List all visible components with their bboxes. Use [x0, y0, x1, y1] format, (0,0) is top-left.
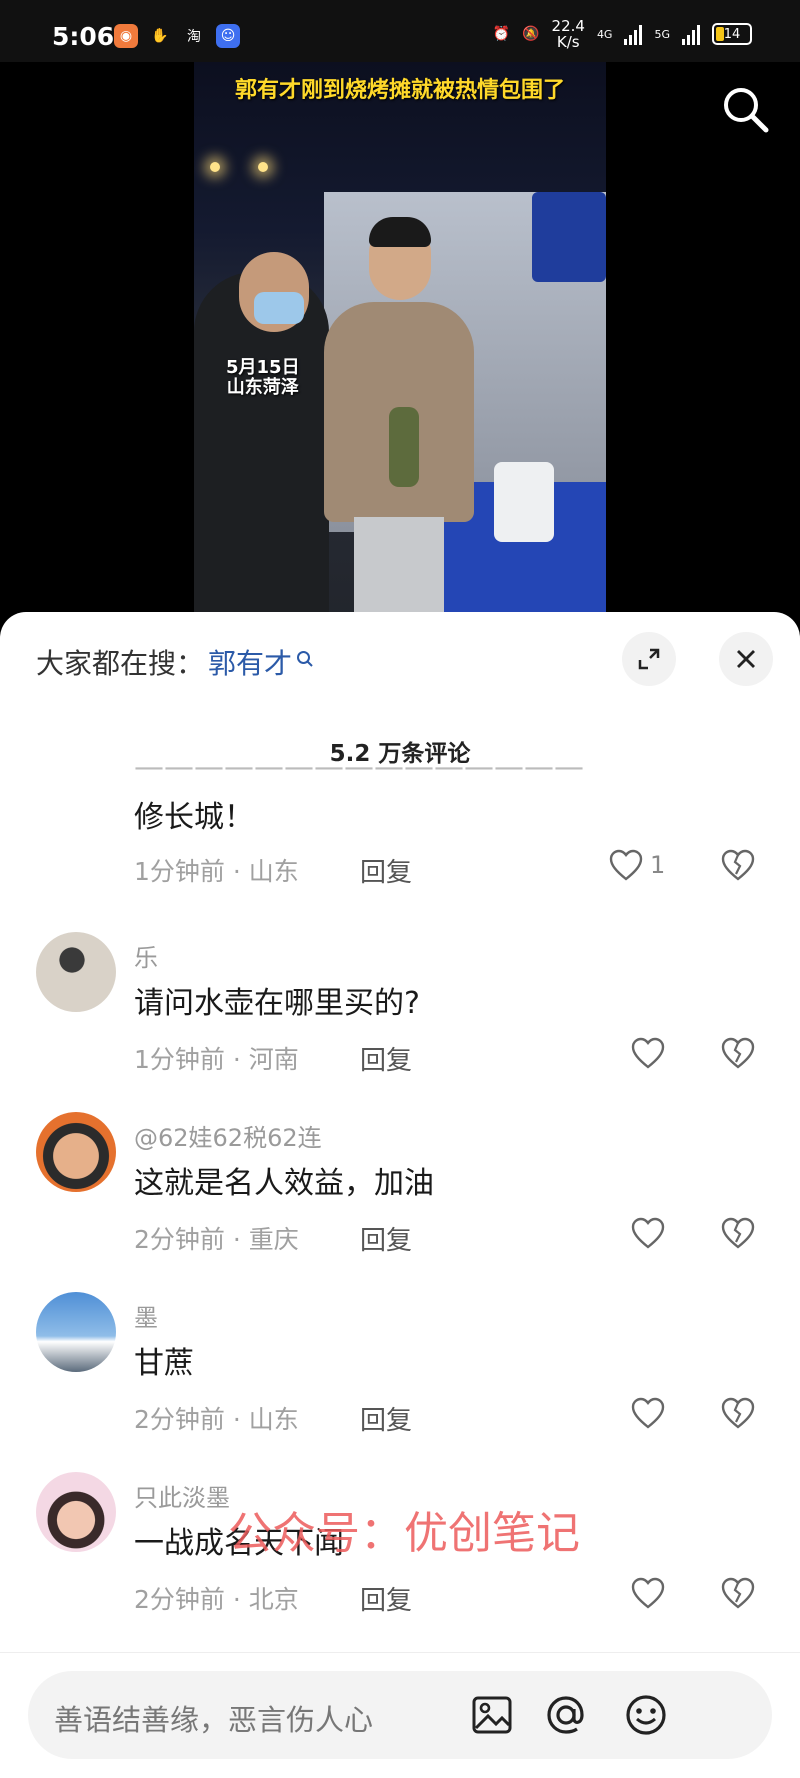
street-light	[258, 162, 268, 172]
broken-heart-icon	[721, 1397, 755, 1429]
signal-icon	[624, 23, 643, 45]
net-label-4g: 4G	[596, 27, 613, 41]
small-search-icon	[296, 642, 314, 675]
street-light	[210, 162, 220, 172]
comment-meta: 2分钟前 · 山东	[134, 1405, 299, 1434]
trending-label: 大家都在搜：	[36, 647, 205, 680]
dislike-button[interactable]	[720, 1036, 756, 1074]
comment-username[interactable]: 只此淡墨	[134, 1478, 230, 1513]
broken-heart-icon	[721, 1217, 755, 1249]
reply-button[interactable]: 回复	[360, 1040, 412, 1077]
broken-heart-icon	[721, 1577, 755, 1609]
close-button[interactable]	[719, 632, 773, 686]
hand-icon: ✋	[151, 28, 169, 44]
comment-input-bar: 善语结善缘，恶言伤人心	[0, 1652, 800, 1778]
reply-button[interactable]: 回复	[360, 1400, 412, 1437]
comment-text: 修长城！	[134, 800, 254, 835]
expand-button[interactable]	[622, 632, 676, 686]
video-date-label: 5月15日 山东菏泽	[226, 357, 300, 398]
broken-heart-icon	[721, 1037, 755, 1069]
reply-button[interactable]: 回复	[360, 1220, 412, 1257]
dislike-button[interactable]	[720, 848, 756, 886]
heart-icon	[631, 1397, 665, 1429]
battery-icon: 14	[712, 23, 752, 45]
comment-text: 请问水壶在哪里买的?	[134, 986, 420, 1021]
reply-button[interactable]: 回复	[360, 1580, 412, 1617]
mute-icon: 🔕	[522, 26, 540, 42]
like-count: 1	[650, 851, 666, 879]
video-caption: 郭有才刚到烧烤摊就被热情包围了	[234, 78, 565, 103]
avatar[interactable]	[36, 1112, 116, 1192]
like-button[interactable]: 1	[608, 848, 665, 882]
alarm-icon: ⏰	[492, 26, 511, 42]
comment-meta: 1分钟前 · 山东	[134, 857, 299, 886]
blue-app-icon: ☺	[216, 24, 240, 48]
plastic-bag	[494, 462, 554, 542]
avatar[interactable]	[36, 932, 116, 1012]
dislike-button[interactable]	[720, 1216, 756, 1254]
status-bar: 5:06 ◉ ✋ 淘 ☺ ⏰ 🔕 22.4 K/s 4G 5G 14	[0, 0, 800, 62]
like-button[interactable]	[630, 1036, 666, 1070]
emoji-icon[interactable]	[622, 1691, 670, 1739]
comment-username[interactable]: 墨	[134, 1298, 158, 1333]
comment-meta: 2分钟前 · 重庆	[134, 1225, 299, 1254]
comment-list[interactable]: ——————————————— 修长城！ 1分钟前 · 山东 回复 1 乐 请问…	[0, 762, 800, 1622]
comment-username[interactable]: @62娃62税62连	[134, 1118, 322, 1153]
trending-search[interactable]: 大家都在搜： 郭有才	[36, 642, 314, 682]
like-button[interactable]	[630, 1396, 666, 1430]
comment-text: 这就是名人效益，加油	[134, 1166, 434, 1201]
net-label-5g: 5G	[654, 27, 670, 41]
video-frame[interactable]: 郭有才刚到烧烤摊就被热情包围了 5月15日 山东菏泽	[194, 62, 606, 622]
comment-input[interactable]: 善语结善缘，恶言伤人心	[28, 1671, 772, 1759]
comment-text-clipped: ———————————————	[134, 762, 584, 785]
comment-meta: 1分钟前 · 河南	[134, 1045, 299, 1074]
like-button[interactable]	[630, 1576, 666, 1610]
heart-icon	[631, 1037, 665, 1069]
trending-keyword-link[interactable]: 郭有才	[208, 642, 292, 682]
taobao-icon: 淘	[187, 29, 201, 45]
search-icon[interactable]	[720, 84, 770, 134]
image-icon[interactable]	[468, 1691, 516, 1739]
avatar[interactable]	[36, 1472, 116, 1552]
person-center-legs	[354, 517, 444, 622]
comment-username[interactable]: 乐	[134, 938, 158, 973]
watermark: 公众号：优创笔记	[228, 1508, 580, 1559]
comment-input-placeholder[interactable]: 善语结善缘，恶言伤人心	[54, 1697, 373, 1739]
dislike-button[interactable]	[720, 1396, 756, 1434]
close-icon	[737, 650, 755, 668]
person-center-hair	[369, 217, 431, 247]
comment-sheet: 大家都在搜： 郭有才 5.2 万条评论 ——————————————— 修长城！…	[0, 612, 800, 1778]
heart-icon	[631, 1217, 665, 1249]
expand-icon	[638, 648, 660, 670]
status-time: 5:06	[52, 22, 115, 51]
dislike-button[interactable]	[720, 1576, 756, 1614]
signal-icon-2	[682, 23, 700, 45]
video-player[interactable]: 郭有才刚到烧烤摊就被热情包围了 5月15日 山东菏泽	[0, 62, 800, 622]
status-app-icons: ◉ ✋ 淘 ☺	[114, 24, 240, 48]
avatar[interactable]	[36, 1292, 116, 1372]
water-bottle	[389, 407, 419, 487]
comment-meta: 2分钟前 · 北京	[134, 1585, 299, 1614]
status-right: ⏰ 🔕 22.4 K/s 4G 5G 14	[493, 18, 752, 50]
like-button[interactable]	[630, 1216, 666, 1250]
app-icon-orange: ◉	[114, 24, 138, 48]
net-speed: 22.4 K/s	[551, 17, 585, 51]
comment-text: 甘蔗	[134, 1346, 194, 1381]
at-mention-icon[interactable]	[542, 1691, 590, 1739]
face-mask	[254, 292, 304, 324]
stall-sign	[532, 192, 606, 282]
broken-heart-icon	[721, 849, 755, 881]
reply-button[interactable]: 回复	[360, 852, 412, 889]
heart-icon	[631, 1577, 665, 1609]
heart-icon	[609, 849, 643, 881]
